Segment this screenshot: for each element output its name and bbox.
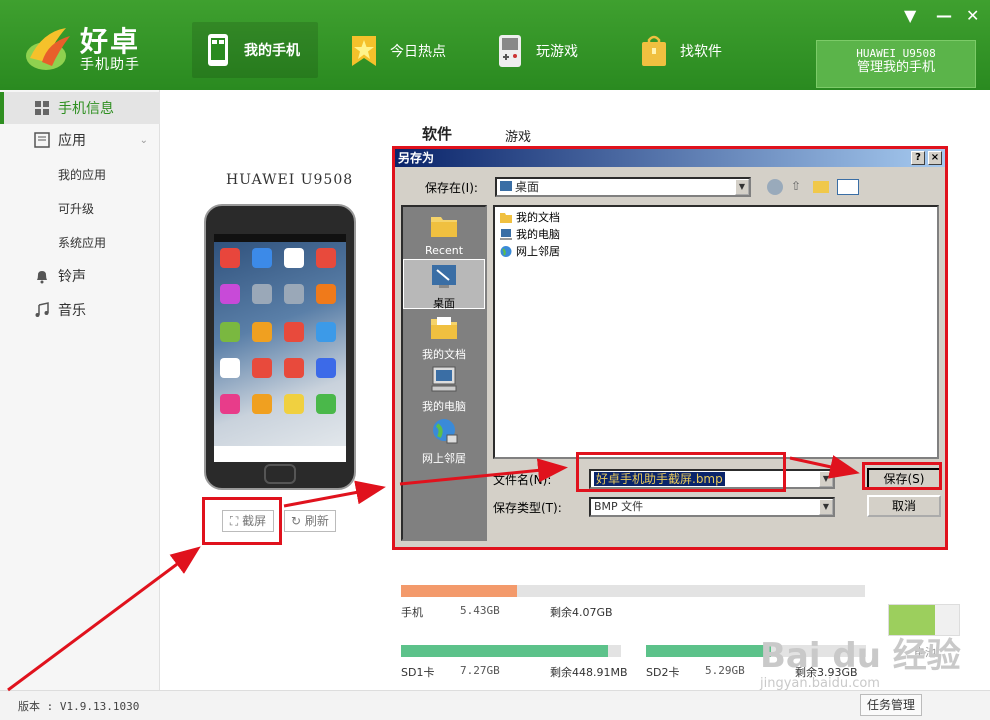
annotation-arrow xyxy=(399,458,568,486)
annotation-arrow xyxy=(789,455,860,479)
annotation-arrow xyxy=(283,480,386,508)
annotation-arrows xyxy=(7,455,860,692)
annotation-arrow xyxy=(7,546,201,692)
